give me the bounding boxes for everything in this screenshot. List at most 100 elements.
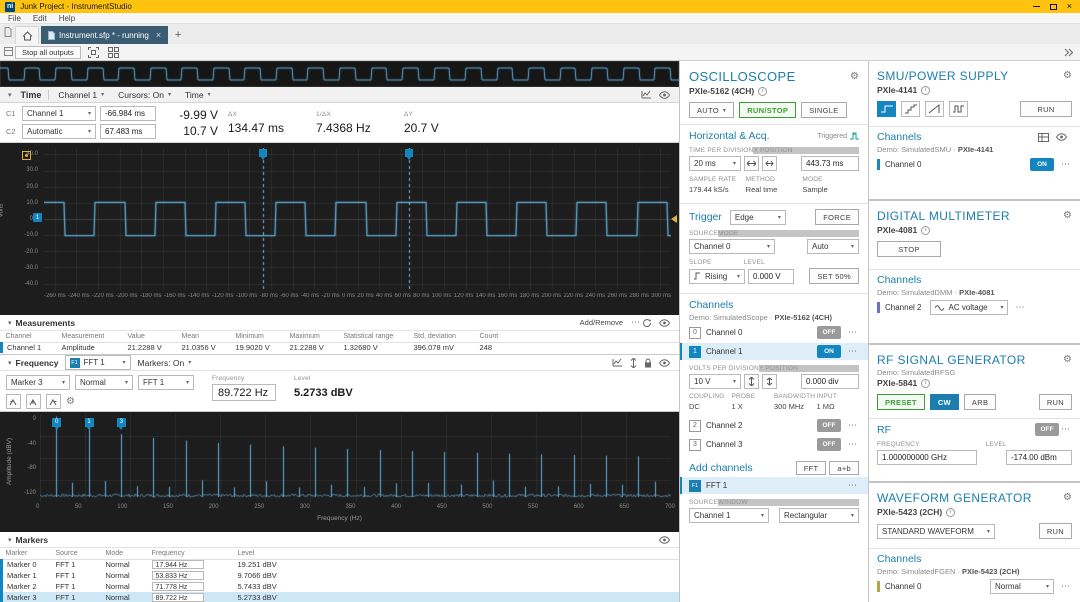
panel-pin-icon[interactable]	[3, 46, 13, 56]
trigger-mode-dropdown[interactable]: Auto ▾	[807, 239, 859, 254]
measurement-row[interactable]: Channel 1 Amplitude 21.2288 V 21.0356 V 19.9…	[0, 342, 680, 353]
column-header[interactable]: Std. deviation	[409, 331, 476, 343]
eye-icon[interactable]	[659, 358, 670, 367]
rfsg-arb-button[interactable]: ARB	[963, 394, 997, 410]
single-button[interactable]: SINGLE	[801, 102, 847, 118]
column-header[interactable]: Minimum	[231, 331, 286, 343]
column-header[interactable]: Marker	[1, 548, 52, 560]
smu-channel-0-more-icon[interactable]: ⋯	[1059, 159, 1072, 170]
smu-mode-dc-button[interactable]	[877, 101, 896, 117]
menu-edit[interactable]: Edit	[27, 14, 53, 23]
more-menu-icon[interactable]: ⋯	[629, 317, 642, 328]
rf-more-icon[interactable]: ⋯	[1059, 424, 1072, 435]
info-icon[interactable]: i	[946, 507, 956, 517]
channel-3-row[interactable]: 3 Channel 3 OFF ⋯	[680, 436, 868, 453]
cursor1-position-input[interactable]: -66.984 ms	[100, 106, 156, 121]
dmm-stop-button[interactable]: STOP	[877, 241, 941, 257]
marker-row[interactable]: Marker 2 FFT 1 Normal 71.778 Hz 5.7433 dBV	[0, 581, 680, 592]
column-header[interactable]: Channel	[1, 331, 58, 343]
marker-row[interactable]: Marker 1 FFT 1 Normal 53.833 Hz 9.7066 dBV	[0, 570, 680, 581]
smu-run-button[interactable]: RUN	[1020, 101, 1072, 117]
new-document-icon[interactable]	[3, 27, 13, 37]
trigger-level-input[interactable]: 0.000 V	[748, 268, 794, 284]
cursor2-source-dropdown[interactable]: Automatic ▾	[22, 124, 96, 139]
fgen-channel-0-more-icon[interactable]: ⋯	[1059, 581, 1072, 592]
markers-toggle-dropdown[interactable]: Markers: On ▾	[131, 355, 199, 370]
rfsg-cw-button[interactable]: CW	[929, 394, 959, 410]
maximize-icon[interactable]	[1049, 3, 1057, 10]
marker-select-dropdown[interactable]: Marker 3 ▾	[6, 375, 70, 390]
frequency-input[interactable]: 89.722 Hz	[151, 593, 204, 602]
fgen-mode-dropdown[interactable]: Normal ▾	[990, 579, 1054, 594]
fft-spectrum-canvas[interactable]	[40, 414, 671, 502]
new-tab-button[interactable]: +	[170, 26, 186, 44]
cursor2-position-input[interactable]: 67.483 ms	[100, 124, 156, 139]
channel1-zero-marker[interactable]: 1	[33, 213, 42, 222]
menu-help[interactable]: Help	[53, 14, 81, 23]
vertical-zoom-out-button[interactable]	[762, 374, 777, 389]
smu-mode-ramp-button[interactable]	[925, 101, 944, 117]
collapse-icon[interactable]: ▾	[4, 319, 16, 327]
channel-0-more-icon[interactable]: ⋯	[846, 327, 859, 338]
dmm-channel-2-row[interactable]: Channel 2 AC voltage ▾ ⋯	[869, 299, 1080, 316]
marker-settings-gear-icon[interactable]: ⚙	[66, 396, 75, 407]
rf-output-toggle[interactable]: OFF	[1035, 423, 1059, 436]
channel-2-toggle[interactable]: OFF	[817, 419, 841, 432]
smu-mode-pulse-button[interactable]	[949, 101, 968, 117]
y-position-input[interactable]: 0.000 div	[801, 374, 859, 389]
column-header[interactable]: Source	[51, 548, 102, 560]
time-per-division-dropdown[interactable]: 20 ms ▾	[689, 156, 741, 171]
frequency-input[interactable]: 53.833 Hz	[151, 571, 204, 580]
minimize-icon[interactable]	[1032, 6, 1040, 7]
collapse-icon[interactable]: ▾	[4, 536, 16, 544]
info-icon[interactable]: i	[921, 225, 931, 235]
gear-icon[interactable]: ⚙	[1063, 355, 1072, 365]
gear-icon[interactable]: ⚙	[1063, 211, 1072, 221]
channel-3-more-icon[interactable]: ⋯	[846, 439, 859, 450]
fft-marker-flag[interactable]: 3	[116, 418, 126, 430]
eye-icon[interactable]	[659, 318, 670, 327]
trigger-slope-dropdown[interactable]: Rising ▾	[689, 268, 745, 284]
cursor1-handle[interactable]	[259, 149, 268, 160]
gear-icon[interactable]: ⚙	[1063, 493, 1072, 503]
add-fft-button[interactable]: FFT	[795, 461, 827, 475]
document-tab[interactable]: Instrument.sfp * - running ×	[41, 26, 169, 44]
graph-settings-icon[interactable]	[612, 358, 623, 367]
collapse-panel-right-icon[interactable]	[1061, 46, 1076, 59]
run-stop-button[interactable]: RUN/STOP	[739, 102, 797, 118]
fft-1-more-icon[interactable]: ⋯	[846, 480, 859, 491]
fft-marker-flag[interactable]: 1	[84, 418, 94, 430]
frequency-input[interactable]: 17.944 Hz	[151, 560, 204, 570]
rf-frequency-input[interactable]: 1.000000000 GHz	[877, 450, 977, 465]
cursor2-handle[interactable]	[404, 149, 413, 160]
marker-frequency-input[interactable]: 89.722 Hz	[212, 384, 276, 401]
column-header[interactable]: Level	[233, 548, 320, 560]
fft-marker-flag[interactable]: 0	[52, 418, 62, 430]
eye-icon[interactable]	[659, 535, 670, 544]
scope-waveform-canvas[interactable]	[44, 148, 671, 290]
cursors-dropdown[interactable]: Cursors: On ▾	[111, 87, 178, 102]
column-header[interactable]: Count	[475, 331, 510, 343]
marker-row[interactable]: Marker 3 FFT 1 Normal 89.722 Hz 5.2733 dBV	[0, 592, 679, 602]
column-header[interactable]: Value	[123, 331, 178, 343]
autoscale-icon[interactable]	[630, 357, 637, 368]
channel-1-toggle[interactable]: ON	[817, 345, 841, 358]
horizontal-zoom-in-button[interactable]	[744, 156, 759, 171]
fft-trace-dropdown[interactable]: F1 FFT 1 ▾	[64, 355, 131, 370]
marker-row[interactable]: Marker 0 FFT 1 Normal 17.944 Hz 19.251 dBV	[0, 559, 680, 570]
fgen-waveform-dropdown[interactable]: STANDARD WAVEFORM ▾	[877, 523, 995, 539]
x-position-input[interactable]: 443.73 ms	[801, 156, 859, 171]
cursor1-source-dropdown[interactable]: Channel 1 ▾	[22, 106, 96, 121]
channel-1-more-icon[interactable]: ⋯	[846, 346, 859, 357]
smu-channel-0-toggle[interactable]: ON	[1030, 158, 1054, 171]
peak-search-left-button[interactable]	[6, 394, 21, 409]
trigger-time-indicator[interactable]	[22, 151, 31, 160]
set-50-button[interactable]: SET 50%	[809, 268, 859, 284]
rfsg-run-button[interactable]: RUN	[1038, 394, 1072, 410]
gear-icon[interactable]: ⚙	[850, 71, 859, 82]
close-icon[interactable]: ×	[1067, 2, 1072, 11]
menu-file[interactable]: File	[2, 14, 27, 23]
horizontal-zoom-out-button[interactable]	[762, 156, 777, 171]
trigger-type-dropdown[interactable]: Edge ▾	[729, 209, 786, 225]
column-header[interactable]: Mode	[101, 548, 148, 560]
